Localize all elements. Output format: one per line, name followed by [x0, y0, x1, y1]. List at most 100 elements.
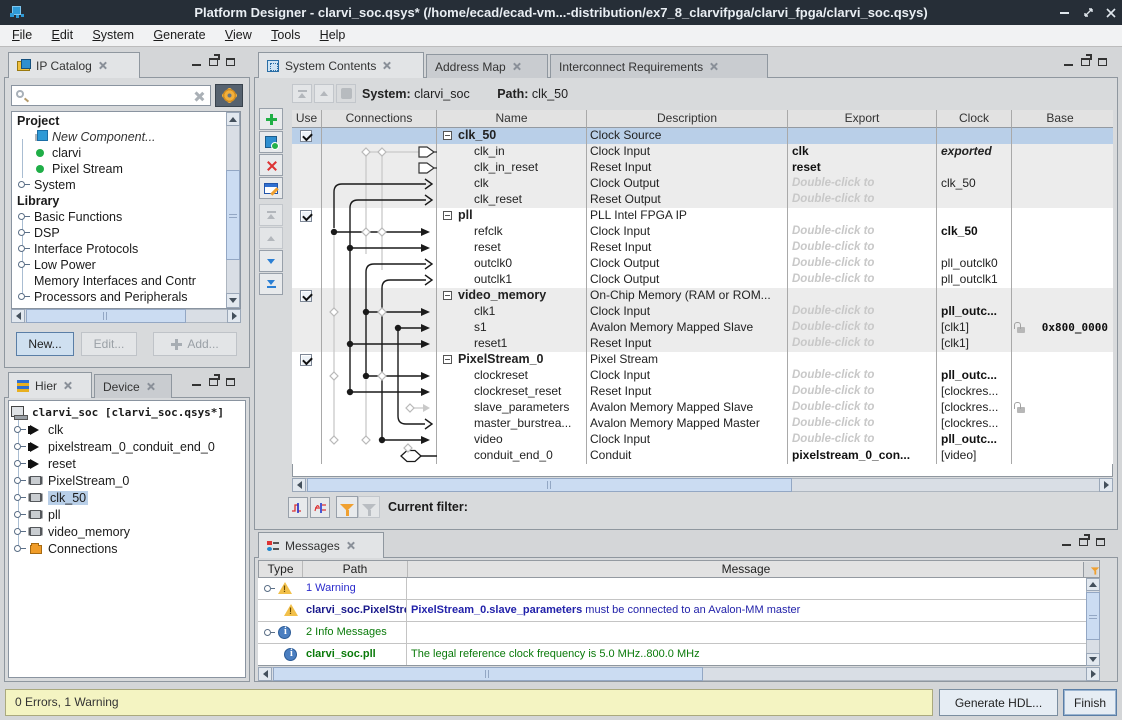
collapse-icon[interactable]	[443, 291, 452, 300]
panel-restore-icon[interactable]	[1098, 58, 1107, 66]
add-component-button[interactable]	[259, 108, 283, 130]
hier-item-pixelstream-conduit[interactable]: pixelstream_0_conduit_end_0	[48, 439, 215, 455]
tab-close-icon[interactable]	[98, 61, 107, 70]
export-cell[interactable]: Double-click to	[788, 416, 937, 432]
scroll-right-button[interactable]	[1086, 667, 1100, 681]
tab-messages[interactable]: Messages	[258, 532, 384, 558]
checkbox-checked-icon[interactable]	[300, 210, 312, 222]
clock-cell[interactable]: [video]	[937, 448, 1012, 464]
clock-cell[interactable]: clk_50	[937, 176, 1012, 192]
name-cell[interactable]: outclk0	[437, 256, 587, 272]
export-cell[interactable]: Double-click to	[788, 336, 937, 352]
clock-cell[interactable]: pll_outclk0	[937, 256, 1012, 272]
export-cell[interactable]: Double-click to	[788, 224, 937, 240]
hierarchy-top-button[interactable]	[292, 84, 312, 103]
hier-item-connections[interactable]: Connections	[48, 541, 118, 557]
menu-view[interactable]: View	[217, 25, 260, 46]
expand-handle-icon[interactable]	[18, 261, 25, 268]
msg-col-type[interactable]: Type	[259, 561, 303, 577]
export-cell[interactable]: clk	[788, 144, 937, 160]
expand-handle-icon[interactable]	[18, 181, 25, 188]
window-close-button[interactable]	[1100, 0, 1122, 25]
clock-cell[interactable]: [clockres...	[937, 416, 1012, 432]
ip-tree-new-component[interactable]: New Component...	[52, 129, 156, 145]
hier-item-clk[interactable]: clk	[48, 422, 63, 438]
export-cell[interactable]: Double-click to	[788, 192, 937, 208]
clock-cell[interactable]	[937, 192, 1012, 208]
expand-handle-icon[interactable]	[264, 585, 271, 592]
new-button[interactable]: New...	[16, 332, 74, 356]
name-cell[interactable]: pll	[437, 208, 587, 224]
export-cell[interactable]: Double-click to	[788, 304, 937, 320]
tab-ip-catalog[interactable]: IP Catalog	[8, 52, 140, 78]
ip-tree-dsp[interactable]: DSP	[34, 225, 60, 241]
collapse-icon[interactable]	[443, 355, 452, 364]
name-cell[interactable]: clockreset_reset	[437, 384, 587, 400]
expand-handle-icon[interactable]	[14, 545, 21, 552]
base-cell[interactable]	[1012, 400, 1113, 416]
edit-parameters-button[interactable]	[259, 177, 283, 199]
ip-tree-pixel-stream[interactable]: Pixel Stream	[52, 161, 123, 177]
base-cell[interactable]: 0x800_0000	[1012, 320, 1113, 336]
name-cell[interactable]: refclk	[437, 224, 587, 240]
frequency-view-button[interactable]	[310, 497, 330, 518]
clock-cell[interactable]: pll_outc...	[937, 304, 1012, 320]
menu-help[interactable]: Help	[312, 25, 354, 46]
remove-button[interactable]	[259, 154, 283, 176]
expand-handle-icon[interactable]	[14, 426, 21, 433]
lock-icon[interactable]	[1017, 407, 1025, 413]
export-cell[interactable]: Double-click to	[788, 384, 937, 400]
use-cell[interactable]	[292, 288, 322, 304]
name-cell[interactable]: clk_in	[437, 144, 587, 160]
hier-item-pixelstream0[interactable]: PixelStream_0	[48, 473, 129, 489]
scroll-left-button[interactable]	[292, 478, 306, 492]
panel-maximize-icon[interactable]	[209, 378, 218, 386]
expand-handle-icon[interactable]	[14, 494, 21, 501]
messages-hscroll-thumb[interactable]	[273, 667, 703, 681]
expand-handle-icon[interactable]	[18, 229, 25, 236]
panel-minimize-icon[interactable]	[1064, 64, 1073, 66]
parent-module-button[interactable]	[336, 84, 356, 103]
expand-handle-icon[interactable]	[14, 528, 21, 535]
name-cell[interactable]: reset1	[437, 336, 587, 352]
tab-interconnect-requirements[interactable]: Interconnect Requirements	[550, 54, 768, 78]
window-maximize-button[interactable]	[1077, 0, 1099, 25]
checkbox-checked-icon[interactable]	[300, 130, 312, 142]
use-cell[interactable]	[292, 208, 322, 224]
name-cell[interactable]: conduit_end_0	[437, 448, 587, 464]
panel-maximize-icon[interactable]	[209, 58, 218, 66]
tab-device[interactable]: Device	[94, 374, 172, 398]
expand-handle-icon[interactable]	[14, 477, 21, 484]
clock-cell[interactable]: clk_50	[937, 224, 1012, 240]
message-row-warning-group[interactable]: 1 Warning	[258, 578, 1086, 600]
col-name[interactable]: Name	[437, 110, 587, 128]
finish-button[interactable]: Finish	[1063, 689, 1117, 716]
clock-cell[interactable]: [clk1]	[937, 336, 1012, 352]
export-cell[interactable]: pixelstream_0_con...	[788, 448, 937, 464]
hier-item-reset[interactable]: reset	[48, 456, 76, 472]
col-export[interactable]: Export	[788, 110, 937, 128]
menu-tools[interactable]: Tools	[263, 25, 308, 46]
ip-tree-memory-interfaces[interactable]: Memory Interfaces and Contr	[34, 273, 196, 289]
tab-close-icon[interactable]	[382, 61, 391, 70]
add-ip-button[interactable]	[259, 131, 283, 153]
expand-handle-icon[interactable]	[264, 629, 271, 636]
panel-minimize-icon[interactable]	[192, 64, 201, 66]
message-row-info[interactable]: clarvi_soc.pll The legal reference clock…	[258, 644, 1086, 665]
ip-tree-interface-protocols[interactable]: Interface Protocols	[34, 241, 138, 257]
message-row-info-group[interactable]: 2 Info Messages	[258, 622, 1086, 644]
export-cell[interactable]: Double-click to	[788, 240, 937, 256]
ip-tree-processors[interactable]: Processors and Peripherals	[34, 289, 188, 305]
hier-root-item[interactable]: clarvi_soc [clarvi_soc.qsys*]	[32, 405, 224, 421]
panel-maximize-icon[interactable]	[1081, 58, 1090, 66]
use-cell[interactable]	[292, 128, 322, 144]
export-cell[interactable]	[788, 128, 937, 144]
clock-cell[interactable]: pll_outclk1	[937, 272, 1012, 288]
tab-address-map[interactable]: Address Map	[426, 54, 548, 78]
tab-close-icon[interactable]	[709, 62, 718, 71]
clear-search-icon[interactable]	[194, 91, 204, 101]
name-cell[interactable]: master_burstrea...	[437, 416, 587, 432]
clock-cell[interactable]: [clockres...	[937, 400, 1012, 416]
hier-item-video-memory[interactable]: video_memory	[48, 524, 130, 540]
generate-hdl-button[interactable]: Generate HDL...	[939, 689, 1058, 716]
